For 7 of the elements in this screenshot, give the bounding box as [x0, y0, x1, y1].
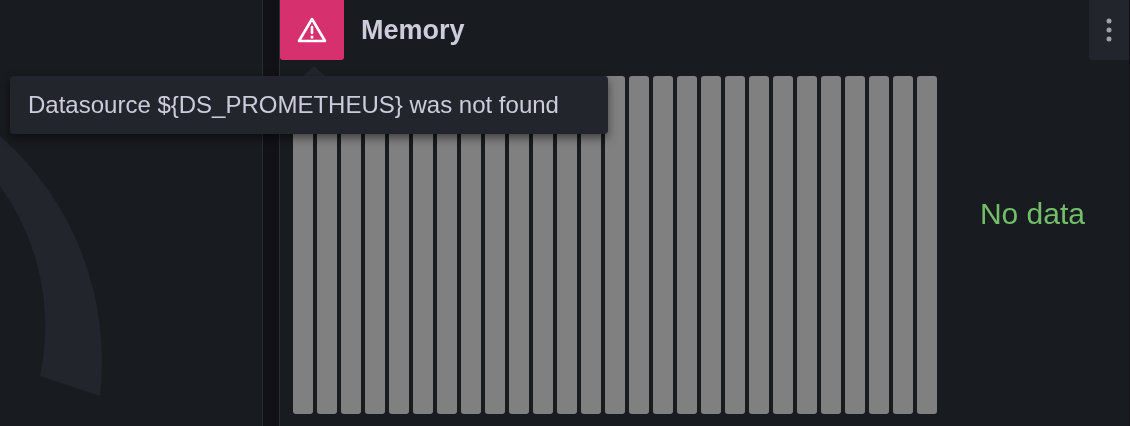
menu-button[interactable]: [1089, 0, 1129, 60]
no-data-message: No data: [979, 195, 1085, 232]
menu-icon: [1106, 18, 1112, 42]
error-indicator[interactable]: [280, 0, 344, 60]
panel-title: Memory: [361, 13, 465, 47]
tooltip-text: Datasource ${DS_PROMETHEUS} was not found: [28, 90, 559, 120]
warning-icon: [297, 17, 327, 43]
